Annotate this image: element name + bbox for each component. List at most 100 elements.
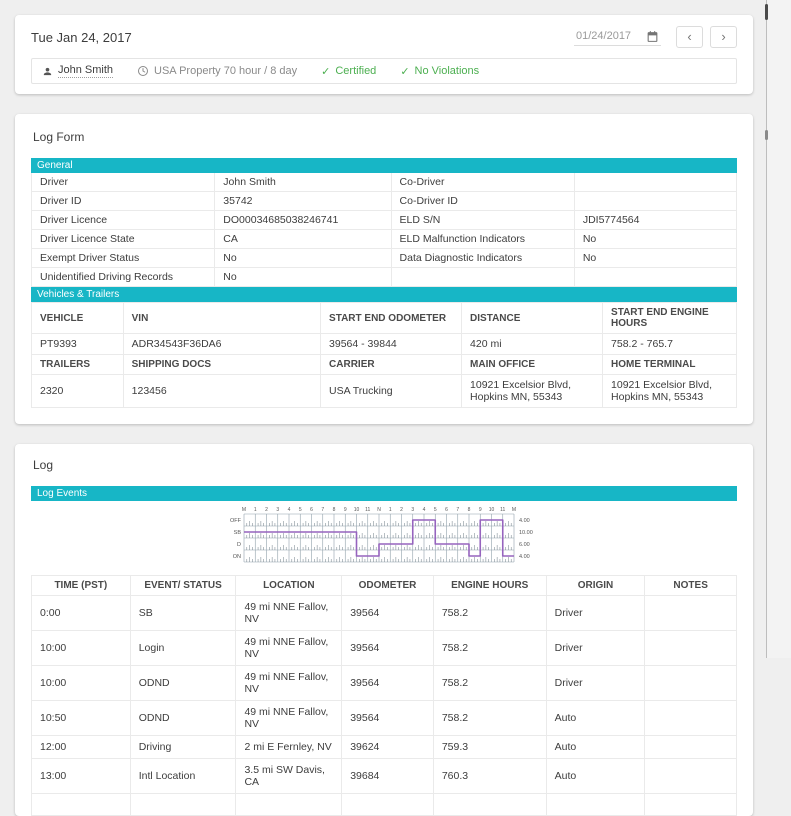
table-row[interactable]: 0:00 SB 49 mi NNE Fallov, NV 39564 758.2… [31, 595, 737, 631]
svg-text:3: 3 [276, 507, 279, 513]
cell-odometer: 39684 [341, 758, 434, 794]
svg-text:4.00: 4.00 [519, 518, 530, 524]
field-value: 35742 [214, 191, 392, 211]
vehicles-section-header: Vehicles & Trailers [31, 287, 737, 302]
svg-text:4.00: 4.00 [519, 554, 530, 560]
svg-text:OFF: OFF [230, 518, 242, 524]
cell: 758.2 - 765.7 [602, 333, 737, 355]
cell-origin: Driver [545, 665, 646, 701]
svg-text:5: 5 [434, 507, 437, 513]
scrollbar-track[interactable] [766, 0, 767, 658]
log-form-title: Log Form [33, 130, 85, 144]
violations-status: ✓ No Violations [400, 65, 479, 78]
svg-text:6.00: 6.00 [519, 542, 530, 548]
cell-time: 10:00 [31, 665, 131, 701]
table-row[interactable]: 13:00 Intl Location 3.5 mi SW Davis, CA … [31, 758, 737, 794]
table-row[interactable]: 12:00 Driving 2 mi E Fernley, NV 39624 7… [31, 735, 737, 759]
column-header: HOME TERMINAL [602, 354, 737, 375]
field-value: CA [214, 229, 392, 249]
column-header: ODOMETER [341, 575, 434, 596]
cell: 39564 - 39844 [320, 333, 463, 355]
cell-event: SB [129, 595, 237, 631]
svg-text:SB: SB [234, 530, 242, 536]
svg-text:6: 6 [310, 507, 313, 513]
cell-origin: Driver [545, 630, 646, 666]
column-header: ORIGIN [545, 575, 646, 596]
prev-day-button[interactable]: ‹ [676, 26, 703, 48]
field-label: Exempt Driver Status [30, 248, 216, 268]
cell-notes [644, 735, 737, 759]
cell-event: Login [129, 630, 237, 666]
next-day-button[interactable]: › [710, 26, 737, 48]
cell-notes [644, 665, 737, 701]
cell-location: 49 mi NNE Fallov, NV [235, 630, 343, 666]
cell-location: 49 mi NNE Fallov, NV [235, 595, 343, 631]
cell-time: 13:00 [31, 758, 131, 794]
scrollbar-thumb[interactable] [765, 4, 768, 20]
cell-time: 0:00 [31, 595, 131, 631]
column-header: VEHICLE [31, 302, 124, 334]
cell: 123456 [122, 374, 322, 408]
driver-summary-bar: John Smith USA Property 70 hour / 8 day … [31, 58, 737, 84]
date-controls: ‹ › [574, 26, 737, 48]
log-title: Log [33, 458, 54, 472]
date-input[interactable] [576, 30, 642, 42]
column-header: TRAILERS [31, 354, 124, 375]
field-value: No [573, 248, 738, 268]
table-row: Driver ID 35742 Co-Driver ID [30, 191, 738, 211]
driver-chip[interactable]: John Smith [42, 64, 114, 78]
cell-location: 2 mi E Fernley, NV [235, 735, 343, 759]
log-events-table: TIME (PST) EVENT/ STATUS LOCATION ODOMET… [31, 575, 737, 816]
field-label: Driver Licence [30, 210, 216, 230]
field-value: JDI5774564 [573, 210, 738, 230]
table-row: Driver Licence State CA ELD Malfunction … [30, 229, 738, 249]
field-label: Co-Driver ID [390, 191, 575, 211]
table-row[interactable]: 10:50 ODND 49 mi NNE Fallov, NV 39564 75… [31, 700, 737, 736]
field-label: Driver Licence State [30, 229, 216, 249]
svg-text:8: 8 [333, 507, 336, 513]
header-top: Tue Jan 24, 2017 ‹ › [31, 25, 737, 49]
table-row[interactable]: 10:00 Login 49 mi NNE Fallov, NV 39564 7… [31, 630, 737, 666]
column-header: VIN [122, 302, 322, 334]
svg-text:4: 4 [288, 507, 291, 513]
field-value: DO00034685038246741 [214, 210, 392, 230]
cell-origin: Auto [545, 758, 646, 794]
svg-text:ON: ON [233, 554, 241, 560]
table-row-partial[interactable] [31, 793, 737, 816]
column-header: LOCATION [235, 575, 343, 596]
field-label: Unidentified Driving Records [30, 267, 216, 287]
log-events-section-header: Log Events [31, 486, 737, 501]
chevron-left-icon: ‹ [687, 29, 692, 44]
column-header: START END ODOMETER [320, 302, 463, 334]
cell-odometer: 39564 [341, 630, 434, 666]
column-header: MAIN OFFICE [461, 354, 604, 375]
cell: PT9393 [31, 333, 124, 355]
field-label: ELD S/N [390, 210, 575, 230]
log-page: Tue Jan 24, 2017 ‹ › John Smith [15, 0, 753, 816]
svg-text:5: 5 [299, 507, 302, 513]
cell: ADR34543F36DA6 [122, 333, 322, 355]
cell-engine-hours: 758.2 [432, 595, 547, 631]
cell: USA Trucking [320, 374, 463, 408]
column-header: TIME (PST) [31, 575, 131, 596]
svg-text:9: 9 [479, 507, 482, 513]
cell-time: 10:00 [31, 630, 131, 666]
column-header: CARRIER [320, 354, 463, 375]
cell-notes [644, 595, 737, 631]
field-value [573, 267, 738, 287]
svg-text:N: N [377, 507, 381, 513]
vehicles-table: VEHICLE VIN START END ODOMETER DISTANCE … [31, 302, 737, 408]
svg-text:10: 10 [354, 507, 360, 513]
clock-icon [137, 65, 149, 77]
cell-time: 10:50 [31, 700, 131, 736]
cell-engine-hours: 758.2 [432, 630, 547, 666]
cell-time: 12:00 [31, 735, 131, 759]
svg-text:7: 7 [321, 507, 324, 513]
table-row[interactable]: 10:00 ODND 49 mi NNE Fallov, NV 39564 75… [31, 665, 737, 701]
calendar-icon[interactable] [646, 30, 659, 43]
table-header-row: TRAILERS SHIPPING DOCS CARRIER MAIN OFFI… [31, 354, 737, 375]
chevron-right-icon: › [721, 29, 726, 44]
cell-location: 49 mi NNE Fallov, NV [235, 665, 343, 701]
duty-status-graph: M 1 2 3 4 5 6 7 8 9 10 11 N 1 2 3 4 5 6 7 8 9 10 11 MOFF 4.00SB 10… [230, 507, 533, 563]
column-header: NOTES [644, 575, 737, 596]
